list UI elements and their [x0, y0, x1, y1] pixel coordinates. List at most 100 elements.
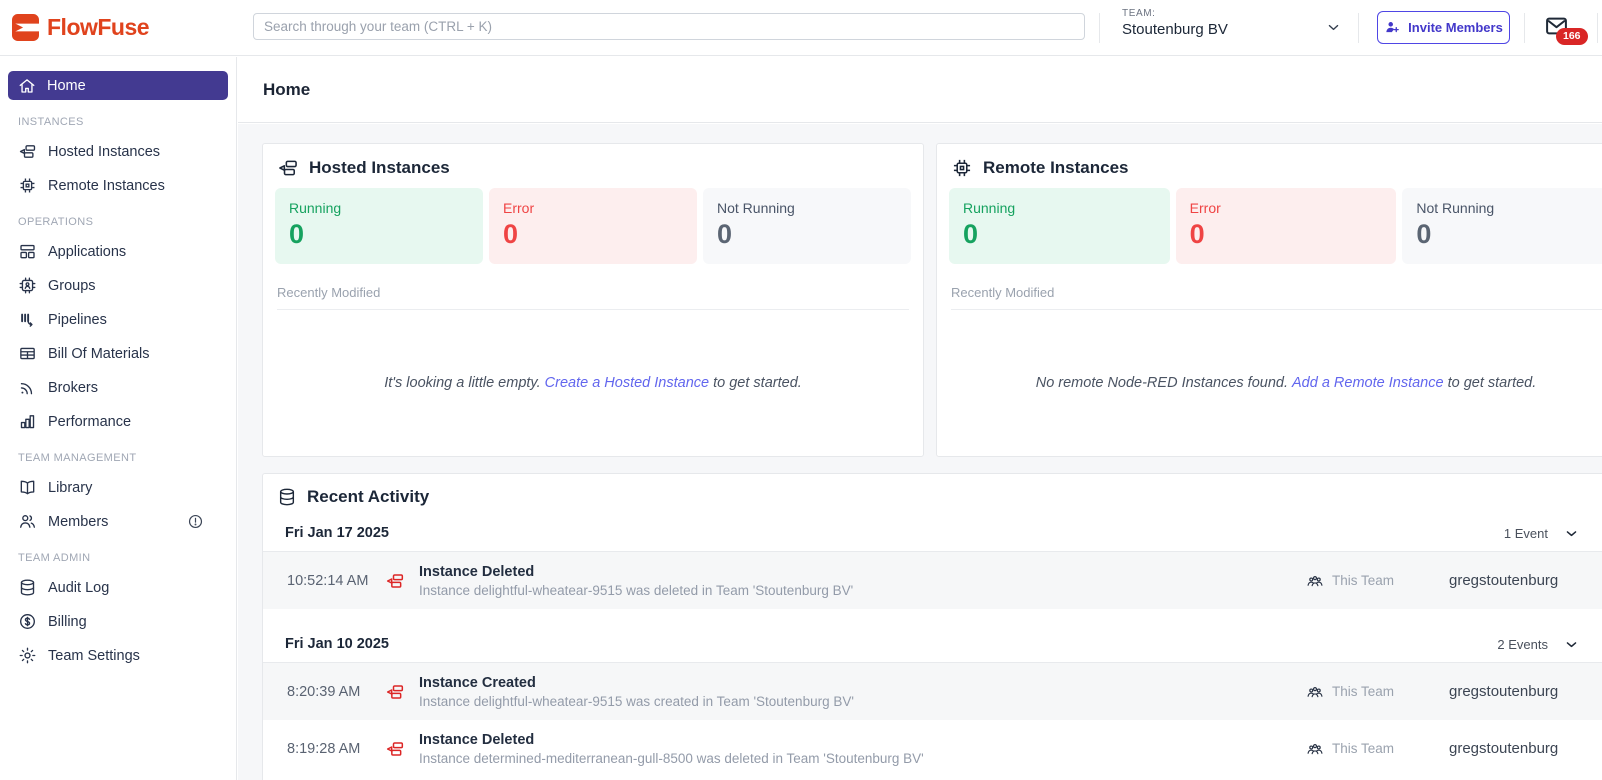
billing-icon — [18, 612, 37, 631]
empty-state-text: It's looking a little empty. — [384, 375, 541, 391]
team-icon — [1306, 740, 1324, 758]
sidebar-item-home[interactable]: Home — [8, 71, 228, 100]
activity-group-date: Fri Jan 17 2025 — [285, 525, 389, 541]
page-title: Home — [263, 79, 311, 99]
event-user: gregstoutenburg — [1449, 683, 1559, 700]
sidebar-item-billing[interactable]: Billing — [8, 607, 228, 636]
team-icon — [1306, 683, 1324, 701]
activity-row[interactable]: 8:20:39 AM Instance Created Instance del… — [263, 663, 1602, 720]
stat-running: Running 0 — [275, 188, 483, 264]
invite-members-label: Invite Members — [1408, 20, 1503, 35]
divider — [1099, 13, 1100, 43]
sidebar-item-label: Pipelines — [48, 311, 107, 328]
create-hosted-instance-link[interactable]: Create a Hosted Instance — [545, 375, 709, 391]
sidebar-item-performance[interactable]: Performance — [8, 407, 228, 436]
sidebar-section-team-management: TEAM MANAGEMENT — [18, 452, 137, 464]
event-description: Instance delightful-wheatear-9515 was cr… — [419, 693, 854, 709]
card-title: Recent Activity — [307, 487, 430, 506]
event-count-label: 1 Event — [1503, 525, 1548, 541]
recently-modified-label: Recently Modified — [277, 285, 909, 310]
event-text: Instance Created Instance delightful-whe… — [419, 675, 1306, 709]
applications-icon — [18, 242, 37, 261]
sidebar-item-brokers[interactable]: Brokers — [8, 373, 228, 402]
recent-activity-icon — [277, 487, 297, 507]
event-text: Instance Deleted Instance delightful-whe… — [419, 564, 1306, 598]
stat-label: Error — [503, 200, 535, 216]
sidebar-item-label: Hosted Instances — [48, 143, 161, 160]
team-label: TEAM: — [1122, 8, 1156, 19]
sidebar-item-label: Bill Of Materials — [48, 345, 150, 362]
sidebar-item-applications[interactable]: Applications — [8, 237, 228, 266]
performance-icon — [18, 412, 37, 431]
card-title: Hosted Instances — [309, 158, 450, 177]
stat-label: Running — [289, 200, 342, 216]
sidebar-item-groups[interactable]: Groups — [8, 271, 228, 300]
sidebar-item-members[interactable]: Members — [8, 507, 228, 536]
remote-instances-icon — [951, 157, 973, 179]
recently-modified-label: Recently Modified — [951, 285, 1602, 310]
event-time: 8:20:39 AM — [287, 683, 361, 700]
stat-label: Error — [1189, 200, 1221, 216]
stat-error: Error 0 — [1175, 188, 1397, 264]
recent-activity-card: Recent Activity Fri Jan 17 2025 1 Event … — [262, 473, 1602, 780]
event-scope: This Team — [1306, 740, 1449, 758]
empty-state-text: to get started. — [713, 375, 802, 391]
remote-instances-card: Remote Instances Running 0 Error 0 Not R… — [936, 143, 1602, 457]
instance-event-icon — [385, 739, 405, 759]
instance-event-icon — [385, 682, 405, 702]
sidebar-item-team-settings[interactable]: Team Settings — [8, 641, 228, 670]
bill-of-materials-icon — [18, 344, 37, 363]
event-text: Instance Deleted Instance determined-med… — [419, 732, 1306, 766]
divider — [1524, 13, 1525, 43]
empty-state-text: No remote Node-RED Instances found. — [1035, 375, 1288, 391]
event-title: Instance Deleted — [419, 731, 535, 748]
event-time: 10:52:14 AM — [287, 572, 369, 589]
stat-value: 0 — [1189, 219, 1205, 249]
stat-label: Not Running — [1416, 200, 1495, 216]
event-title: Instance Deleted — [419, 563, 535, 580]
empty-state-text: to get started. — [1447, 375, 1537, 391]
chevron-down-icon[interactable] — [1564, 637, 1579, 652]
search-input[interactable] — [253, 13, 1085, 40]
sidebar-item-label: Home — [47, 77, 86, 94]
event-title: Instance Created — [419, 674, 536, 691]
notifications-button[interactable]: 166 — [1543, 14, 1588, 50]
invite-members-button[interactable]: Invite Members — [1377, 11, 1510, 44]
sidebar-item-label: Performance — [48, 413, 132, 430]
activity-row[interactable]: 10:52:14 AM Instance Deleted Instance de… — [263, 552, 1602, 609]
sidebar-section-team-admin: TEAM ADMIN — [18, 552, 91, 564]
sidebar-item-remote-instances[interactable]: Remote Instances — [8, 171, 228, 200]
sidebar-item-bill-of-materials[interactable]: Bill Of Materials — [8, 339, 228, 368]
event-scope-label: This Team — [1332, 741, 1395, 756]
activity-row[interactable]: 8:19:28 AM Instance Deleted Instance det… — [263, 720, 1602, 777]
person-plus-icon — [1384, 19, 1401, 36]
divider — [1597, 13, 1598, 43]
members-icon — [18, 512, 37, 531]
flowfuse-logo[interactable]: FlowFuse — [12, 14, 150, 41]
groups-icon — [18, 276, 37, 295]
sidebar-item-label: Groups — [48, 277, 96, 294]
sidebar-section-operations: OPERATIONS — [18, 216, 94, 228]
stat-value: 0 — [503, 219, 519, 249]
sidebar-item-audit-log[interactable]: Audit Log — [8, 573, 228, 602]
hosted-instances-icon — [18, 142, 37, 161]
activity-group-header: Fri Jan 17 2025 1 Event — [263, 516, 1602, 552]
sidebar-item-hosted-instances[interactable]: Hosted Instances — [8, 137, 228, 166]
sidebar-item-label: Audit Log — [48, 579, 110, 596]
remote-instances-icon — [18, 176, 37, 195]
team-icon — [1306, 572, 1324, 590]
event-scope-label: This Team — [1332, 684, 1395, 699]
pipelines-icon — [18, 310, 37, 329]
event-user: gregstoutenburg — [1449, 572, 1559, 589]
home-icon — [18, 77, 36, 95]
chevron-down-icon[interactable] — [1326, 20, 1341, 35]
activity-group-count[interactable]: 1 Event — [1504, 526, 1579, 541]
stat-value: 0 — [1416, 219, 1432, 249]
sidebar-item-pipelines[interactable]: Pipelines — [8, 305, 228, 334]
add-remote-instance-link[interactable]: Add a Remote Instance — [1292, 375, 1444, 391]
team-selector[interactable]: TEAM: Stoutenburg BV — [1122, 8, 1228, 38]
stat-not-running: Not Running 0 — [703, 188, 911, 264]
chevron-down-icon[interactable] — [1564, 526, 1579, 541]
activity-group-count[interactable]: 2 Events — [1497, 637, 1579, 652]
sidebar-item-library[interactable]: Library — [8, 473, 228, 502]
